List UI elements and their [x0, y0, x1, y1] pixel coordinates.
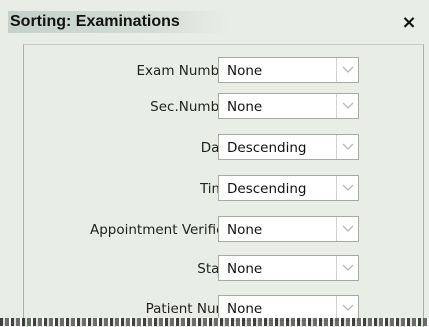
sort-row-time: Time Descending	[24, 175, 423, 203]
dialog-title: Sorting: Examinations	[8, 11, 230, 33]
dropdown-button[interactable]	[336, 256, 358, 280]
dropdown-button[interactable]	[336, 296, 358, 320]
sort-order-select[interactable]: Descending	[218, 134, 359, 160]
chevron-down-icon	[342, 143, 354, 150]
chevron-down-icon	[342, 225, 354, 232]
sort-row-exam-number: Exam Number None	[24, 57, 423, 85]
sorting-fields-panel: Exam Number None Sec.Number None Date De…	[23, 44, 424, 327]
sort-row-sec-number: Sec.Number None	[24, 93, 423, 121]
chevron-down-icon	[342, 102, 354, 109]
dialog-titlebar: Sorting: Examinations ×	[0, 0, 429, 42]
select-value: None	[227, 261, 263, 277]
select-value: None	[227, 63, 263, 79]
select-value: None	[227, 99, 263, 115]
sort-order-select[interactable]: None	[218, 57, 359, 83]
sort-order-select[interactable]: None	[218, 255, 359, 281]
chevron-down-icon	[342, 66, 354, 73]
sort-row-state: State None	[24, 255, 423, 283]
select-value: Descending	[227, 181, 307, 197]
select-value: None	[227, 222, 263, 238]
sort-row-date: Date Descending	[24, 134, 423, 162]
sort-order-select[interactable]: None	[218, 216, 359, 242]
sort-order-select[interactable]: Descending	[218, 175, 359, 201]
field-label: Appointment Verified	[89, 222, 233, 238]
dropdown-button[interactable]	[336, 58, 358, 82]
dropdown-button[interactable]	[336, 217, 358, 241]
dropdown-button[interactable]	[336, 176, 358, 200]
chevron-down-icon	[342, 184, 354, 191]
sorting-dialog: Sorting: Examinations × Exam Number None…	[0, 0, 429, 327]
chevron-down-icon	[342, 264, 354, 271]
dropdown-button[interactable]	[336, 94, 358, 118]
close-icon[interactable]: ×	[396, 12, 422, 34]
sort-order-select[interactable]: None	[218, 93, 359, 119]
select-value: Descending	[227, 140, 307, 156]
cropped-bottom-edge	[0, 318, 429, 326]
chevron-down-icon	[342, 304, 354, 311]
select-value: None	[227, 301, 263, 317]
sort-row-appointment-verified: Appointment Verified None	[24, 216, 423, 244]
dropdown-button[interactable]	[336, 135, 358, 159]
